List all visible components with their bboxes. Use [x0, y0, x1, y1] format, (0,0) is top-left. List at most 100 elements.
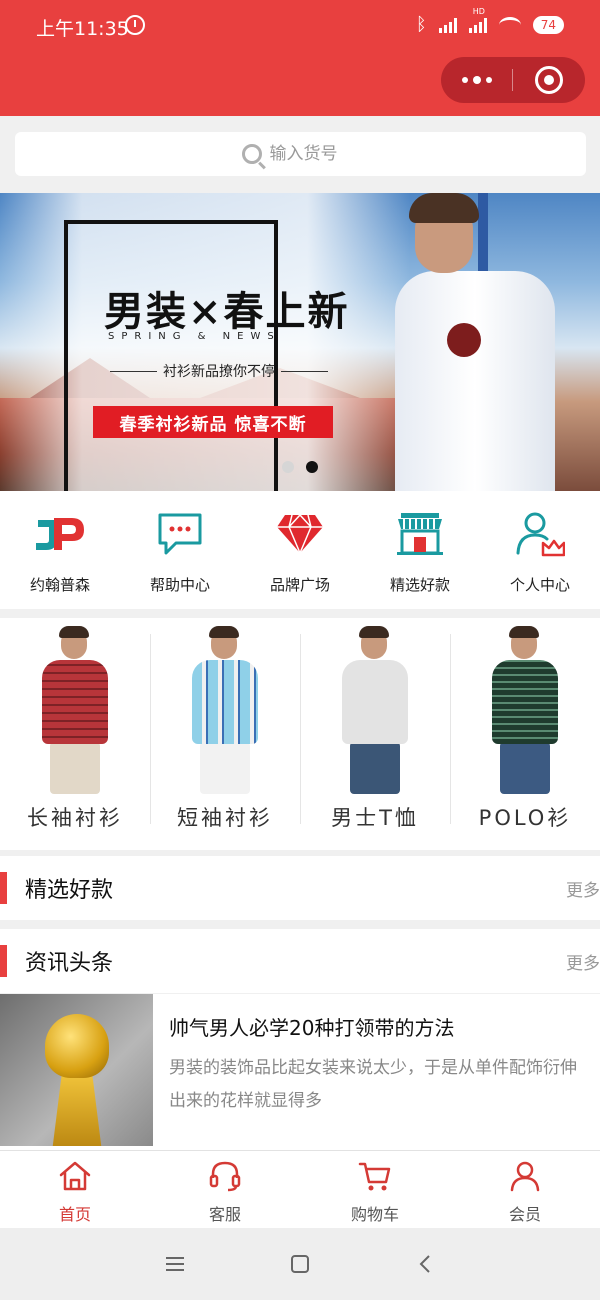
chat-bubble-icon: [154, 509, 206, 559]
banner-frame: [64, 220, 278, 491]
status-icons: ᛒ HD 74: [416, 7, 564, 35]
category-image: [170, 624, 280, 794]
section-accent-bar: [0, 945, 7, 977]
category-image: [320, 624, 430, 794]
nav-label: 帮助中心: [149, 576, 210, 594]
tab-label: 购物车: [350, 1205, 399, 1224]
section-accent-bar: [0, 872, 7, 904]
nav-item-brand-plaza[interactable]: 品牌广场: [240, 491, 360, 609]
nav-item-featured[interactable]: 精选好款: [360, 491, 480, 609]
category-row: 长袖衬衫 短袖衬衫 男士T恤 POLO衫: [0, 618, 600, 850]
section-title: 资讯头条: [25, 951, 114, 976]
banner-tagline: 衬衫新品撩你不停: [104, 361, 334, 381]
jp-logo-icon: [34, 509, 86, 559]
user-icon: [507, 1159, 543, 1193]
cart-icon: [357, 1159, 393, 1193]
tab-label: 首页: [58, 1205, 91, 1224]
tab-cart[interactable]: 购物车: [300, 1151, 450, 1228]
search-bar[interactable]: [15, 132, 586, 176]
back-button[interactable]: [363, 1254, 488, 1274]
search-icon: [241, 144, 262, 164]
banner-model-image: [395, 193, 600, 491]
banner-promo-label: 春季衬衫新品 惊喜不断: [93, 406, 333, 438]
wifi-icon: [498, 16, 521, 33]
fig-shirt: [492, 660, 558, 744]
banner-title: 男装×春上新: [104, 288, 350, 335]
fig-legs: [50, 742, 100, 794]
miniprogram-capsule: [441, 57, 585, 103]
fig-hair: [509, 626, 539, 638]
category-label: 长袖衬衫: [27, 806, 123, 830]
more-menu-button[interactable]: [441, 57, 512, 103]
top-bar: 上午11:35 ᛒ HD 74: [0, 0, 600, 116]
more-link-news[interactable]: 更多: [566, 949, 600, 974]
nav-grid: 约翰普森 帮助中心 品牌广场 精选好款 个人中心: [0, 491, 600, 609]
home-button[interactable]: [238, 1254, 363, 1274]
fig-legs: [350, 742, 400, 794]
tab-customer-service[interactable]: 客服: [150, 1151, 300, 1228]
hd-badge: HD: [472, 6, 485, 16]
menu-icon: [166, 1257, 184, 1271]
nav-item-help-center[interactable]: 帮助中心: [120, 491, 240, 609]
fig-shirt: [42, 660, 108, 744]
target-icon: [535, 66, 563, 94]
news-item[interactable]: 帅气男人必学20种打领带的方法 男装的装饰品比起女装来说太少，于是从单件配饰衍伸…: [0, 994, 600, 1150]
more-link-featured[interactable]: 更多: [566, 876, 600, 901]
square-icon: [291, 1255, 309, 1273]
battery-indicator: 74: [532, 15, 564, 34]
tab-label: 会员: [508, 1205, 541, 1224]
tab-member[interactable]: 会员: [450, 1151, 600, 1228]
category-mens-tshirt[interactable]: 男士T恤: [300, 618, 450, 850]
section-title: 精选好款: [25, 878, 114, 903]
category-long-sleeve-shirt[interactable]: 长袖衬衫: [0, 618, 150, 850]
news-thumbnail: [0, 994, 153, 1146]
headset-icon: [207, 1159, 243, 1193]
news-title: 帅气男人必学20种打领带的方法: [169, 1016, 455, 1040]
storefront-icon: [394, 509, 446, 559]
signal-icon: [438, 17, 457, 33]
system-navigation-bar: [0, 1228, 600, 1300]
nav-item-personal-center[interactable]: 个人中心: [480, 491, 600, 609]
category-short-sleeve-shirt[interactable]: 短袖衬衫: [150, 618, 300, 850]
fig-legs: [200, 742, 250, 794]
user-crown-icon: [514, 509, 566, 559]
nav-label: 个人中心: [509, 576, 570, 594]
fig-legs: [500, 742, 550, 794]
category-image: [470, 624, 580, 794]
menu-button[interactable]: [113, 1256, 238, 1272]
home-icon: [57, 1159, 93, 1193]
bottom-tab-bar: 首页 客服 购物车 会员: [0, 1150, 600, 1228]
nav-item-john-pusen[interactable]: 约翰普森: [0, 491, 120, 609]
tab-label: 客服: [208, 1205, 241, 1224]
category-image: [20, 624, 130, 794]
signal-icon-2: [468, 17, 487, 33]
news-description: 男装的装饰品比起女装来说太少，于是从单件配饰衍伸出来的花样就显得多: [169, 1058, 577, 1111]
section-featured-header: 精选好款 更多: [0, 856, 600, 920]
nav-label: 精选好款: [389, 576, 450, 594]
category-label: POLO衫: [478, 806, 572, 830]
fig-hair: [359, 626, 389, 638]
nav-label: 约翰普森: [29, 576, 90, 594]
category-label: 男士T恤: [331, 806, 419, 830]
category-polo-shirt[interactable]: POLO衫: [450, 618, 600, 850]
fig-hair: [59, 626, 89, 638]
back-chevron-icon: [419, 1255, 430, 1273]
diamond-icon: [274, 509, 326, 559]
banner-pagination: [282, 461, 318, 473]
tab-home[interactable]: 首页: [0, 1151, 150, 1228]
banner-subtitle: SPRING & NEWS: [108, 331, 281, 342]
status-time: 上午11:35: [36, 18, 129, 40]
section-news-header: 资讯头条 更多: [0, 929, 600, 993]
fig-shirt: [192, 660, 258, 744]
fig-shirt: [342, 660, 408, 744]
promo-banner[interactable]: 男装×春上新 SPRING & NEWS 衬衫新品撩你不停 春季衬衫新品 惊喜不…: [0, 193, 600, 491]
alarm-icon: [125, 15, 145, 35]
fig-hair: [209, 626, 239, 638]
banner-tagline-text: 衬衫新品撩你不停: [163, 364, 275, 380]
pagination-dot[interactable]: [282, 461, 294, 473]
close-miniprogram-button[interactable]: [513, 66, 585, 94]
nav-label: 品牌广场: [269, 576, 330, 594]
search-input[interactable]: [269, 144, 360, 164]
category-label: 短袖衬衫: [177, 806, 273, 830]
pagination-dot-active[interactable]: [306, 461, 318, 473]
